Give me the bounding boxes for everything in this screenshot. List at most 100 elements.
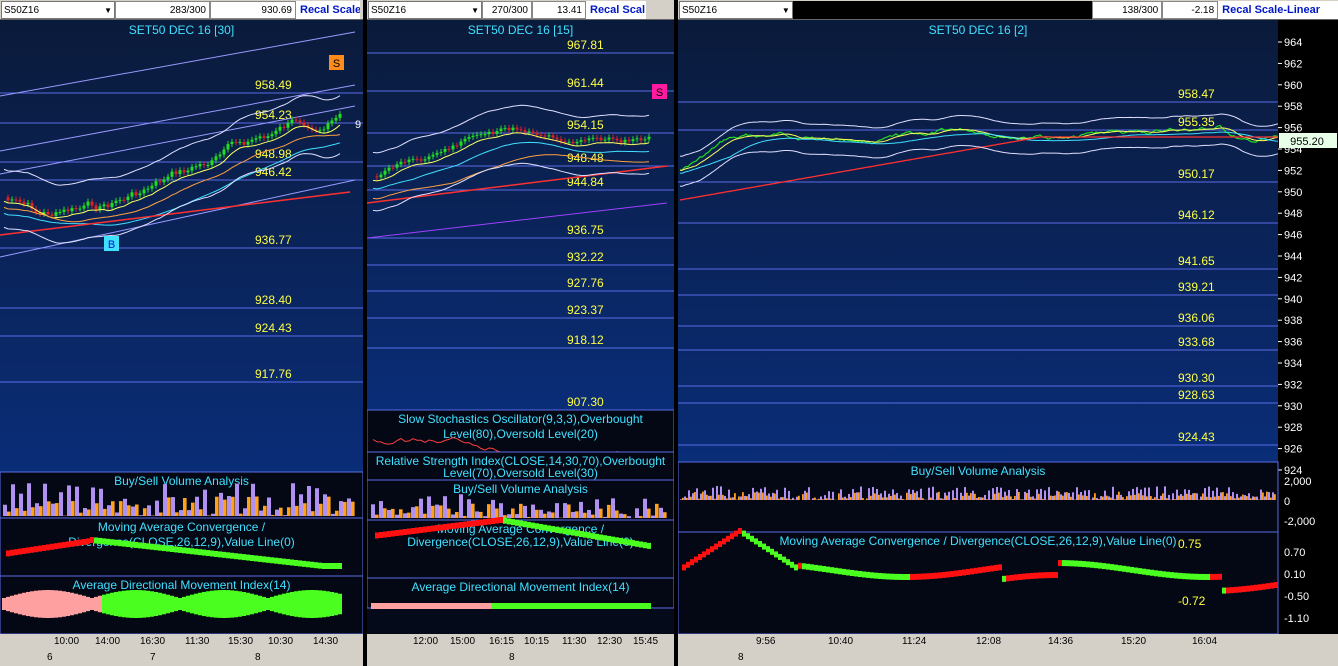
volume-bar-sell: [167, 497, 171, 516]
volume-bar-buy: [716, 486, 718, 500]
candle: [150, 185, 154, 189]
price-chart[interactable]: SET50 DEC 16 [2] 958.47 955.35 950.17 946.12…: [678, 20, 1338, 634]
volume-bar-buy: [147, 505, 151, 516]
volume-bar-buy: [992, 488, 994, 500]
candle: [451, 145, 455, 150]
volume-bar-sell: [982, 497, 984, 500]
recal-scale-button[interactable]: Recal Scale: [296, 1, 360, 19]
volume-bar-sell: [1118, 491, 1120, 500]
price-chart[interactable]: SET50 DEC 16 [30]958.49954.23948.98946.4…: [0, 20, 363, 634]
volume-bar-sell: [946, 495, 948, 500]
candle: [94, 205, 98, 210]
time-label: 12:30: [597, 636, 623, 647]
chevron-down-icon[interactable]: ▼: [104, 6, 112, 15]
panel-header: S50Z16 ▼ 283/300 930.69 Recal Scale: [0, 0, 363, 20]
volume-bar-sell: [71, 501, 75, 516]
volume-bar-sell: [1246, 496, 1248, 500]
volume-bar-sell: [870, 495, 872, 500]
volume-bar-sell: [994, 493, 996, 500]
candle: [322, 129, 326, 131]
volume-bar-buy: [896, 493, 898, 500]
volume-bar-sell: [890, 495, 892, 500]
chevron-down-icon[interactable]: ▼: [471, 6, 479, 15]
volume-bar-sell: [1206, 496, 1208, 500]
chart-panel-2[interactable]: S50Z16 ▼ 270/300 13.41 Recal Scal SET50 D…: [367, 0, 674, 666]
volume-bar-sell: [1150, 496, 1152, 500]
volume-bar-buy: [1220, 492, 1222, 500]
volume-bar-sell: [1146, 496, 1148, 500]
candle: [170, 171, 174, 177]
symbol-select[interactable]: S50Z16 ▼: [1, 1, 115, 19]
volume-bar-buy: [267, 497, 271, 516]
level-label: 918.12: [567, 333, 604, 347]
current-price-label: 955.20: [1290, 136, 1324, 148]
volume-bar-buy: [419, 498, 423, 518]
volume-bar-buy: [960, 492, 962, 500]
candle: [298, 120, 302, 123]
candle: [547, 135, 551, 137]
volume-bar-buy: [619, 513, 623, 518]
volume-bar-buy: [1032, 496, 1034, 500]
volume-bar-sell: [607, 504, 611, 518]
volume-bar-sell: [846, 498, 848, 500]
symbol-value: S50Z16: [682, 4, 718, 16]
candle: [443, 148, 447, 152]
volume-bar-buy: [627, 516, 631, 518]
level-label: 936.77: [255, 233, 292, 247]
volume-bar-buy: [1160, 495, 1162, 500]
candle: [491, 131, 495, 134]
candle: [242, 141, 246, 145]
volume-panel-title: Buy/Sell Volume Analysis: [453, 482, 588, 496]
volume-bar-buy: [844, 496, 846, 500]
volume-bar-sell: [599, 508, 603, 518]
volume-bar-sell: [1274, 494, 1276, 500]
volume-bar-buy: [43, 483, 47, 516]
volume-bar-buy: [1268, 492, 1270, 500]
recal-scale-button[interactable]: Recal Scale-Linear: [1218, 1, 1338, 19]
volume-bar-sell: [1026, 492, 1028, 500]
candle: [258, 136, 262, 139]
chevron-down-icon[interactable]: ▼: [782, 6, 790, 15]
volume-bar-buy: [603, 516, 607, 518]
price-chart[interactable]: SET50 DEC 16 [15]967.81961.44954.15948.4…: [367, 20, 674, 634]
candle: [595, 137, 599, 139]
volume-bar-buy: [547, 511, 551, 518]
time-label: 10:00: [54, 636, 80, 647]
volume-bar-buy: [1040, 488, 1042, 500]
candle: [519, 129, 523, 131]
volume-bar-sell: [303, 503, 307, 516]
price-axis-label: 944: [1284, 251, 1302, 263]
volume-bar-sell: [1030, 496, 1032, 500]
volume-bar-buy: [123, 498, 127, 516]
time-label: 9:56: [756, 636, 776, 647]
volume-bar-buy: [688, 490, 690, 500]
volume-bar-buy: [523, 505, 527, 518]
price-axis-label: 930: [1284, 401, 1302, 413]
candle: [431, 154, 435, 157]
volume-bar-buy: [984, 494, 986, 500]
chart-panel-3[interactable]: S50Z16 ▼ 138/300 -2.18 Recal Scale-Linear…: [678, 0, 1338, 666]
price-axis-label: 928: [1284, 422, 1302, 434]
time-label: 16:15: [489, 636, 515, 647]
candle: [459, 141, 463, 146]
volume-bar-buy: [235, 483, 239, 516]
level-label: 927.76: [567, 276, 604, 290]
symbol-select[interactable]: S50Z16 ▼: [679, 1, 793, 19]
volume-bar-buy: [347, 498, 351, 516]
volume-bar-sell: [966, 492, 968, 500]
volume-bar-buy: [83, 508, 87, 516]
volume-bar-sell: [702, 491, 704, 500]
time-label: 11:24: [902, 636, 927, 647]
volume-bar-buy: [1096, 498, 1098, 500]
chart-panel-1[interactable]: S50Z16 ▼ 283/300 930.69 Recal Scale SET50…: [0, 0, 363, 666]
price-readout: 13.41: [532, 1, 586, 19]
candle: [507, 127, 511, 131]
volume-bar-sell: [239, 513, 243, 516]
recal-scale-button[interactable]: Recal Scal: [586, 1, 646, 19]
volume-bar-sell: [399, 509, 403, 518]
candle: [194, 166, 198, 168]
level-label: 941.65: [1178, 254, 1215, 268]
volume-bar-buy: [748, 494, 750, 500]
symbol-select[interactable]: S50Z16 ▼: [368, 1, 482, 19]
volume-bar-sell: [686, 497, 688, 500]
